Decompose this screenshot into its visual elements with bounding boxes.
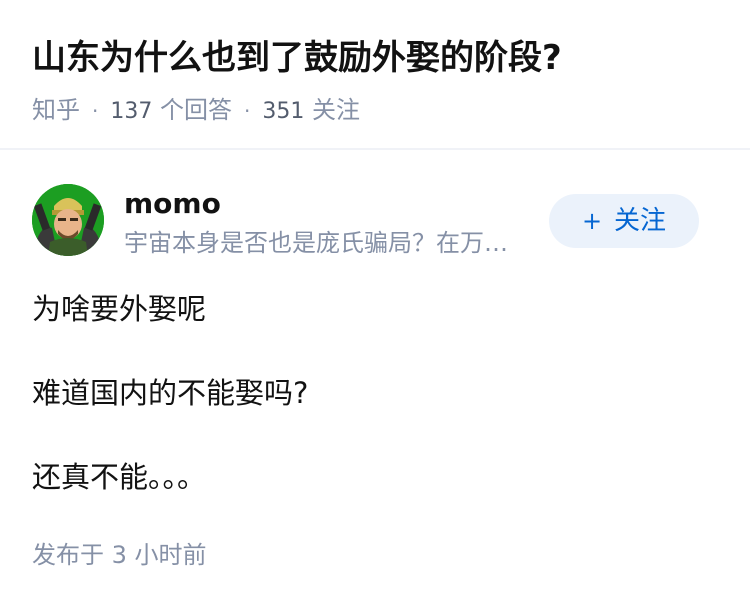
- follow-label: 关注: [614, 206, 667, 236]
- cartoon-character-avatar-icon: [32, 184, 104, 256]
- answer-paragraph: 还真不能。。。: [32, 460, 207, 494]
- question-title[interactable]: 山东为什么也到了鼓励外娶的阶段?: [32, 34, 562, 82]
- author-bio: 宇宙本身是否也是庞氏骗局？在万…: [124, 229, 508, 257]
- author-row: momo 宇宙本身是否也是庞氏骗局？在万… + 关注: [32, 184, 718, 260]
- source-label[interactable]: 知乎: [32, 96, 80, 124]
- post-time: 发布于 3 小时前: [32, 541, 207, 569]
- follow-button[interactable]: + 关注: [549, 194, 699, 248]
- follower-count-label: 关注: [312, 96, 360, 124]
- author-name[interactable]: momo: [124, 186, 221, 222]
- question-header: 山东为什么也到了鼓励外娶的阶段? 知乎 · 137 个回答 · 351 关注: [0, 0, 750, 150]
- answer-count-label: 个回答: [160, 96, 232, 124]
- answer-paragraph: 为啥要外娶呢: [32, 292, 207, 326]
- answer-paragraph: 难道国内的不能娶吗?: [32, 376, 309, 410]
- avatar[interactable]: [32, 184, 104, 256]
- meta-separator: ·: [244, 99, 251, 123]
- question-meta: 知乎 · 137 个回答 · 351 关注: [32, 92, 360, 128]
- meta-separator: ·: [92, 99, 99, 123]
- follower-count: 351: [262, 99, 305, 124]
- answer-content: 为啥要外娶呢 难道国内的不能娶吗? 还真不能。。。: [32, 288, 718, 540]
- answer-count: 137: [110, 99, 153, 124]
- plus-icon: +: [581, 207, 603, 235]
